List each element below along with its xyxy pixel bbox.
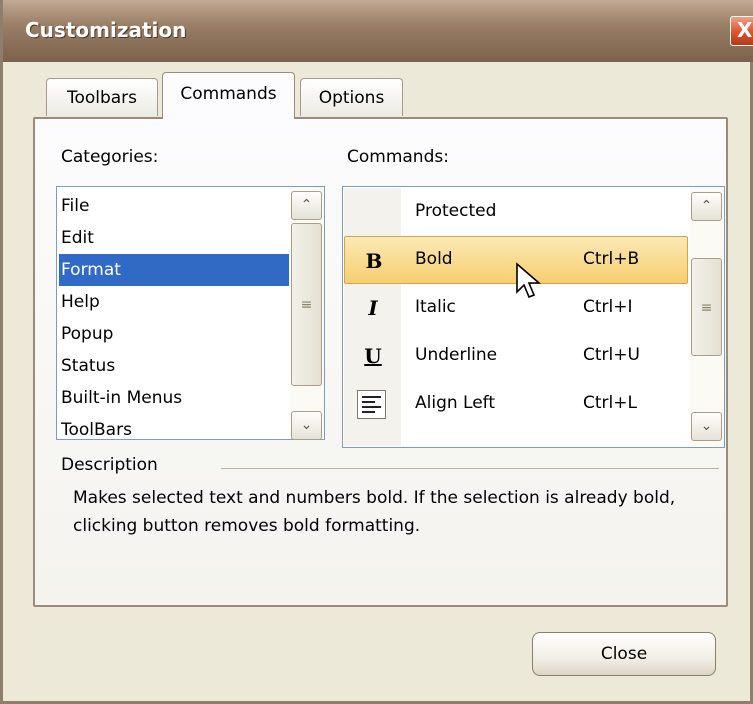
- tab-toolbars[interactable]: Toolbars: [46, 78, 158, 116]
- customization-dialog: Customization X Toolbars Commands Option…: [0, 0, 753, 704]
- command-item[interactable]: Protected: [344, 188, 688, 236]
- description-divider: [221, 468, 719, 469]
- tab-options[interactable]: Options: [300, 78, 403, 116]
- scroll-up-icon[interactable]: ⌃: [691, 192, 722, 221]
- commands-tab-panel: Categories: Commands: File Edit Format H…: [33, 117, 728, 607]
- command-shortcut: Ctrl+B: [583, 249, 640, 269]
- description-label: Description: [61, 455, 158, 475]
- command-name: Align Left: [415, 393, 496, 413]
- command-name: Bold: [415, 249, 453, 269]
- category-item-selected[interactable]: Format: [59, 254, 289, 286]
- underline-icon: U: [364, 344, 382, 368]
- commands-listbox[interactable]: Protected B Bold Ctrl+B I Italic Ctrl+I …: [342, 186, 725, 448]
- command-name: Underline: [415, 345, 498, 365]
- scroll-thumb[interactable]: ≡: [691, 258, 722, 356]
- command-shortcut: Ctrl+I: [583, 297, 633, 317]
- command-item[interactable]: Align Left Ctrl+L: [344, 380, 688, 428]
- scroll-thumb[interactable]: ≡: [291, 223, 322, 386]
- command-item[interactable]: U Underline Ctrl+U: [344, 332, 688, 380]
- mouse-pointer-icon: [516, 262, 542, 299]
- window-close-icon[interactable]: X: [730, 16, 753, 46]
- command-shortcut: Ctrl+U: [583, 345, 640, 365]
- category-item[interactable]: File: [59, 190, 289, 222]
- category-item[interactable]: Help: [59, 286, 289, 318]
- tab-commands[interactable]: Commands: [162, 72, 295, 119]
- category-item[interactable]: Popup: [59, 318, 289, 350]
- bold-icon: B: [365, 249, 383, 273]
- scroll-down-icon[interactable]: ⌄: [691, 412, 722, 441]
- scroll-up-icon[interactable]: ⌃: [291, 191, 322, 220]
- close-button[interactable]: Close: [532, 632, 716, 676]
- align-left-icon: [357, 390, 386, 419]
- title-bar[interactable]: Customization X: [3, 0, 753, 62]
- command-name: Italic: [415, 297, 456, 317]
- commands-scrollbar[interactable]: ⌃ ≡ ⌄: [690, 187, 724, 447]
- commands-label: Commands:: [347, 147, 449, 167]
- category-item[interactable]: ToolBars: [59, 414, 289, 446]
- window-title: Customization: [25, 18, 187, 42]
- categories-label: Categories:: [61, 147, 159, 167]
- command-shortcut: Ctrl+L: [583, 393, 637, 413]
- category-item[interactable]: Built-in Menus: [59, 382, 289, 414]
- description-text: Makes selected text and numbers bold. If…: [73, 488, 676, 536]
- italic-icon: I: [368, 296, 378, 320]
- categories-listbox[interactable]: File Edit Format Help Popup Status Built…: [56, 186, 325, 440]
- command-name: Protected: [415, 201, 497, 221]
- categories-scrollbar[interactable]: ⌃ ≡ ⌄: [290, 187, 324, 440]
- category-item[interactable]: Edit: [59, 222, 289, 254]
- category-item[interactable]: Status: [59, 350, 289, 382]
- scroll-down-icon[interactable]: ⌄: [291, 411, 322, 440]
